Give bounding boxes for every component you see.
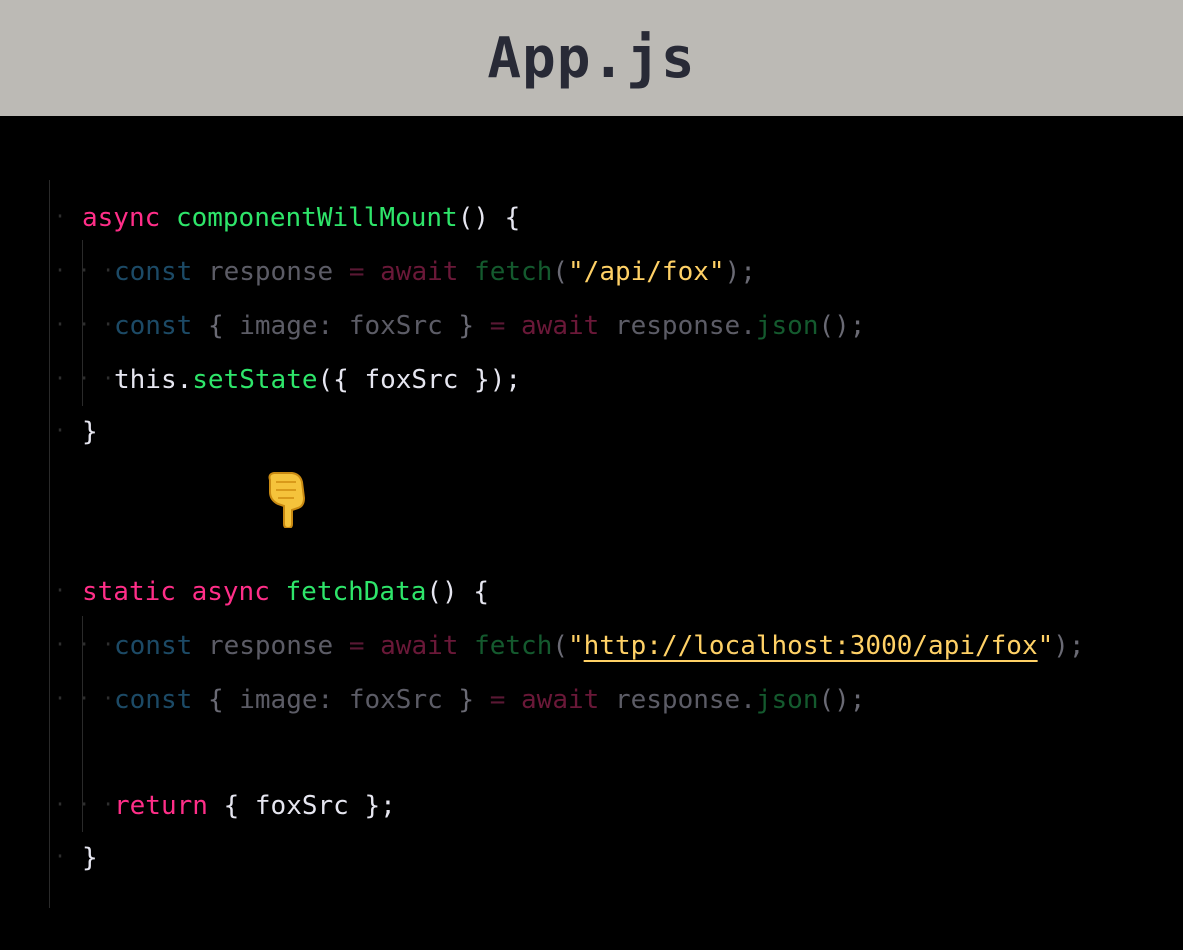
function-call: setState — [192, 365, 318, 395]
code-line-4[interactable]: this.setState({ foxSrc }); — [114, 360, 521, 400]
function-name: fetchData — [285, 577, 427, 607]
whitespace-dots: · · · — [54, 312, 115, 336]
string-quote: " — [1037, 631, 1054, 661]
function-name: componentWillMount — [175, 203, 458, 233]
code-line-8[interactable]: const { image: foxSrc } = await response… — [114, 680, 865, 720]
punctuation: } — [458, 311, 475, 341]
operator: = — [489, 685, 506, 715]
identifier-this: this. — [114, 365, 193, 395]
window-title: App.js — [487, 25, 696, 91]
whitespace-dots: · · · — [54, 632, 115, 656]
whitespace-dots: · · · — [54, 686, 115, 710]
keyword-const: const — [114, 631, 193, 661]
whitespace-dots: · · · — [54, 792, 115, 816]
code-line-6[interactable]: static async fetchData() { — [82, 572, 489, 612]
code-line-3[interactable]: const { image: foxSrc } = await response… — [114, 306, 865, 346]
operator: = — [348, 257, 365, 287]
keyword-await: await — [521, 311, 600, 341]
keyword-await: await — [521, 685, 600, 715]
code-line-7[interactable]: const response = await fetch("http://loc… — [114, 626, 1085, 666]
punctuation: ( — [552, 631, 569, 661]
keyword-static: static — [82, 577, 176, 607]
keyword-const: const — [114, 257, 193, 287]
code-line-2[interactable]: const response = await fetch("/api/fox")… — [114, 252, 756, 292]
punctuation: ({ foxSrc }); — [317, 365, 522, 395]
function-call: fetch — [474, 631, 553, 661]
identifier: foxSrc — [348, 311, 443, 341]
code-line-5[interactable]: } — [82, 412, 98, 452]
whitespace-dots: · — [54, 578, 67, 602]
punctuation: ); — [1053, 631, 1085, 661]
identifier: image: — [239, 311, 334, 341]
function-call: json — [755, 311, 819, 341]
code-editor[interactable]: · · · · · · · · · · · · · · · · · · · · … — [0, 116, 1183, 950]
identifier: response. — [614, 311, 756, 341]
code-line-9[interactable]: return { foxSrc }; — [114, 786, 396, 826]
punctuation: { — [207, 685, 224, 715]
punctuation: () { — [457, 203, 521, 233]
whitespace-dots: · — [54, 418, 67, 442]
keyword-async: async — [82, 203, 161, 233]
punctuation: ); — [724, 257, 756, 287]
code-line-10[interactable]: } — [82, 838, 98, 878]
keyword-const: const — [114, 311, 193, 341]
url-link[interactable]: http://localhost:3000/api/fox — [584, 631, 1038, 661]
whitespace-dots: · — [54, 844, 67, 868]
function-call: fetch — [474, 257, 553, 287]
whitespace-dots: · — [54, 204, 67, 228]
string-literal: "/api/fox" — [568, 257, 725, 287]
punctuation: { foxSrc }; — [223, 791, 396, 821]
identifier: foxSrc — [348, 685, 443, 715]
punctuation: (); — [818, 311, 866, 341]
closing-brace: } — [82, 843, 98, 873]
punctuation: ( — [552, 257, 569, 287]
identifier: image: — [239, 685, 334, 715]
whitespace-dots: · · · — [54, 366, 115, 390]
keyword-async: async — [191, 577, 270, 607]
punctuation: (); — [818, 685, 866, 715]
keyword-await: await — [380, 257, 459, 287]
operator: = — [348, 631, 365, 661]
identifier: response — [207, 257, 334, 287]
title-bar: App.js — [0, 0, 1183, 116]
identifier: response. — [614, 685, 756, 715]
punctuation: () { — [426, 577, 490, 607]
whitespace-dots: · · · — [54, 258, 115, 282]
pointing-down-hand-icon — [268, 472, 306, 528]
string-quote: " — [568, 631, 584, 661]
function-call: json — [755, 685, 819, 715]
keyword-await: await — [380, 631, 459, 661]
identifier: response — [207, 631, 334, 661]
keyword-return: return — [114, 791, 208, 821]
code-line-1[interactable]: async componentWillMount() { — [82, 198, 520, 238]
punctuation: } — [458, 685, 475, 715]
indent-guide-outer — [49, 180, 50, 908]
punctuation: { — [207, 311, 224, 341]
closing-brace: } — [82, 417, 98, 447]
keyword-const: const — [114, 685, 193, 715]
operator: = — [489, 311, 506, 341]
